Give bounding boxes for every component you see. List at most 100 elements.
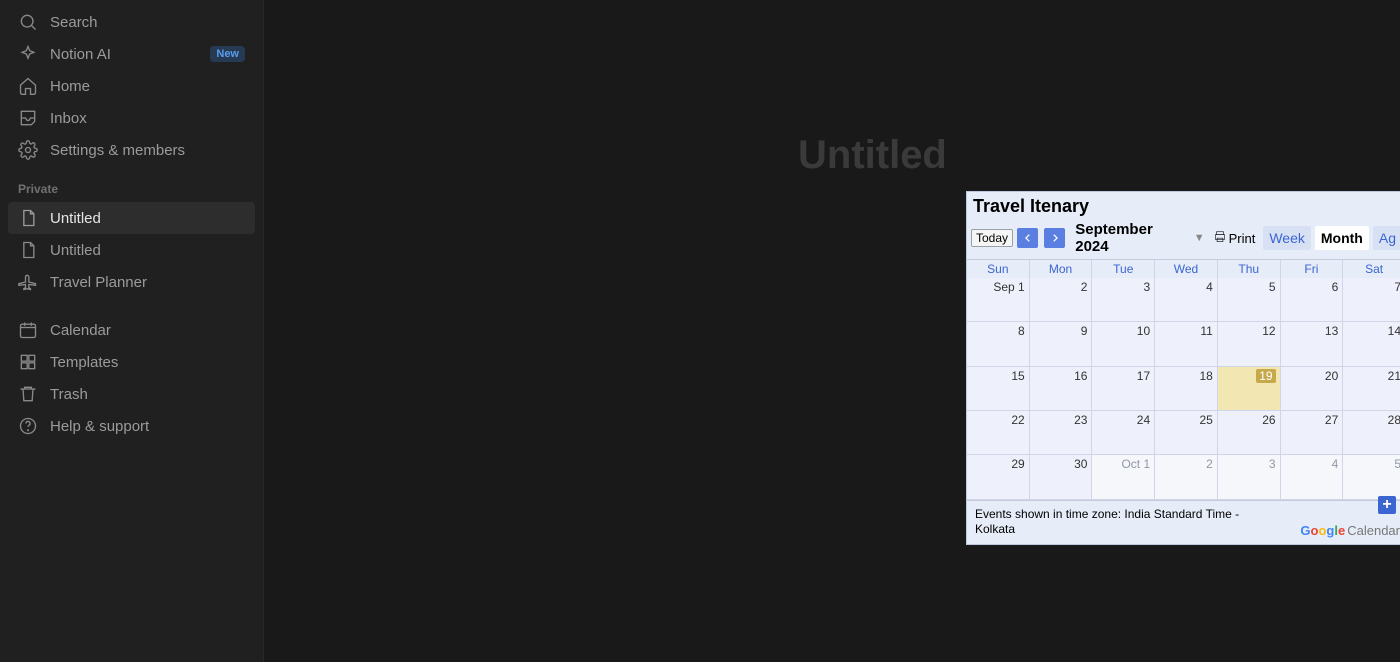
next-month-button[interactable] (1044, 228, 1065, 248)
plane-icon (18, 272, 38, 292)
day-cell[interactable]: 4 (1281, 455, 1344, 499)
day-cell[interactable]: 24 (1092, 411, 1155, 455)
month-dropdown-caret[interactable]: ▼ (1194, 232, 1205, 244)
day-cell[interactable]: 30 (1030, 455, 1093, 499)
day-number: 22 (1011, 413, 1024, 427)
day-cell[interactable]: 25 (1155, 411, 1218, 455)
day-number: 3 (1269, 457, 1276, 471)
sidebar-templates-label: Templates (50, 354, 245, 371)
day-cell[interactable]: 28 (1343, 411, 1400, 455)
sidebar-home[interactable]: Home (8, 70, 255, 102)
sidebar-page-item[interactable]: Untitled (8, 202, 255, 234)
day-number: 20 (1325, 369, 1338, 383)
day-cell[interactable]: Oct 1 (1092, 455, 1155, 499)
day-number: 26 (1262, 413, 1275, 427)
sidebar-search-label: Search (50, 14, 245, 31)
day-cell[interactable]: 2 (1030, 278, 1093, 322)
day-number: 4 (1206, 280, 1213, 294)
sidebar-notion-ai[interactable]: Notion AI New (8, 38, 255, 70)
view-tab-week[interactable]: Week (1263, 226, 1311, 250)
day-cell[interactable]: 9 (1030, 322, 1093, 366)
day-number: 9 (1081, 324, 1088, 338)
day-number: 19 (1256, 369, 1275, 383)
sidebar-trash[interactable]: Trash (8, 378, 255, 410)
day-cell[interactable]: 16 (1030, 367, 1093, 411)
day-cell[interactable]: 5 (1343, 455, 1400, 499)
sidebar-templates[interactable]: Templates (8, 346, 255, 378)
day-cell[interactable]: 19 (1218, 367, 1281, 411)
day-number: 12 (1262, 324, 1275, 338)
view-tab-month[interactable]: Month (1315, 226, 1369, 250)
day-cell[interactable]: 11 (1155, 322, 1218, 366)
day-cell[interactable]: 3 (1218, 455, 1281, 499)
day-cell[interactable]: 4 (1155, 278, 1218, 322)
page-title[interactable]: Untitled (798, 133, 947, 178)
print-button[interactable]: Print (1213, 230, 1256, 247)
inbox-icon (18, 108, 38, 128)
day-cell[interactable]: 21 (1343, 367, 1400, 411)
help-icon (18, 416, 38, 436)
day-cell[interactable]: 7 (1343, 278, 1400, 322)
day-number: 15 (1011, 369, 1024, 383)
day-number: 6 (1332, 280, 1339, 294)
sidebar-page-item[interactable]: Travel Planner (8, 266, 255, 298)
sidebar-help[interactable]: Help & support (8, 410, 255, 442)
day-cell[interactable]: 14 (1343, 322, 1400, 366)
day-cell[interactable]: 13 (1281, 322, 1344, 366)
day-number: 18 (1199, 369, 1212, 383)
day-cell[interactable]: 22 (967, 411, 1030, 455)
google-calendar-brand[interactable]: Google Calendar (1300, 523, 1400, 538)
month-label: September 2024 (1075, 221, 1185, 255)
day-cell[interactable]: 10 (1092, 322, 1155, 366)
day-cell[interactable]: 20 (1281, 367, 1344, 411)
day-cell[interactable]: Sep 1 (967, 278, 1030, 322)
gear-icon (18, 140, 38, 160)
day-cell[interactable]: 27 (1281, 411, 1344, 455)
day-cell[interactable]: 23 (1030, 411, 1093, 455)
view-tabs: Week Month Ag (1263, 226, 1400, 250)
today-button[interactable]: Today (971, 229, 1013, 247)
day-cell[interactable]: 5 (1218, 278, 1281, 322)
day-cell[interactable]: 6 (1281, 278, 1344, 322)
add-event-button[interactable]: + (1378, 496, 1396, 514)
dow-cell: Sun (967, 260, 1030, 278)
day-cell[interactable]: 18 (1155, 367, 1218, 411)
sidebar-calendar-label: Calendar (50, 322, 245, 339)
day-cell[interactable]: 15 (967, 367, 1030, 411)
day-cell[interactable]: 26 (1218, 411, 1281, 455)
timezone-text: Events shown in time zone: India Standar… (975, 507, 1265, 538)
main-content: Untitled Travel Itenary Today September … (264, 0, 1400, 662)
day-number: 13 (1325, 324, 1338, 338)
sidebar-search[interactable]: Search (8, 6, 255, 38)
day-cell[interactable]: 8 (967, 322, 1030, 366)
trash-icon (18, 384, 38, 404)
sidebar-inbox-label: Inbox (50, 110, 245, 127)
dow-cell: Fri (1281, 260, 1344, 278)
sidebar-settings-label: Settings & members (50, 142, 245, 159)
day-cell[interactable]: 3 (1092, 278, 1155, 322)
day-cell[interactable]: 17 (1092, 367, 1155, 411)
day-number: 21 (1388, 369, 1400, 383)
sidebar: Search Notion AI New Home Inbox Settings… (0, 0, 264, 662)
sidebar-help-label: Help & support (50, 418, 245, 435)
prev-month-button[interactable] (1017, 228, 1038, 248)
day-number: 29 (1011, 457, 1024, 471)
dow-cell: Sat (1343, 260, 1400, 278)
google-calendar-word: Calendar (1347, 523, 1400, 538)
sidebar-page-item[interactable]: Untitled (8, 234, 255, 266)
view-tab-agenda[interactable]: Ag (1373, 226, 1400, 250)
day-number: 16 (1074, 369, 1087, 383)
day-cell[interactable]: 12 (1218, 322, 1281, 366)
day-number: 8 (1018, 324, 1025, 338)
sparkle-icon (18, 44, 38, 64)
day-number: 25 (1199, 413, 1212, 427)
sidebar-calendar[interactable]: Calendar (8, 314, 255, 346)
day-cell[interactable]: 29 (967, 455, 1030, 499)
day-number: 27 (1325, 413, 1338, 427)
sidebar-inbox[interactable]: Inbox (8, 102, 255, 134)
search-icon (18, 12, 38, 32)
sidebar-settings[interactable]: Settings & members (8, 134, 255, 166)
day-cell[interactable]: 2 (1155, 455, 1218, 499)
day-number: 30 (1074, 457, 1087, 471)
dow-cell: Mon (1030, 260, 1093, 278)
